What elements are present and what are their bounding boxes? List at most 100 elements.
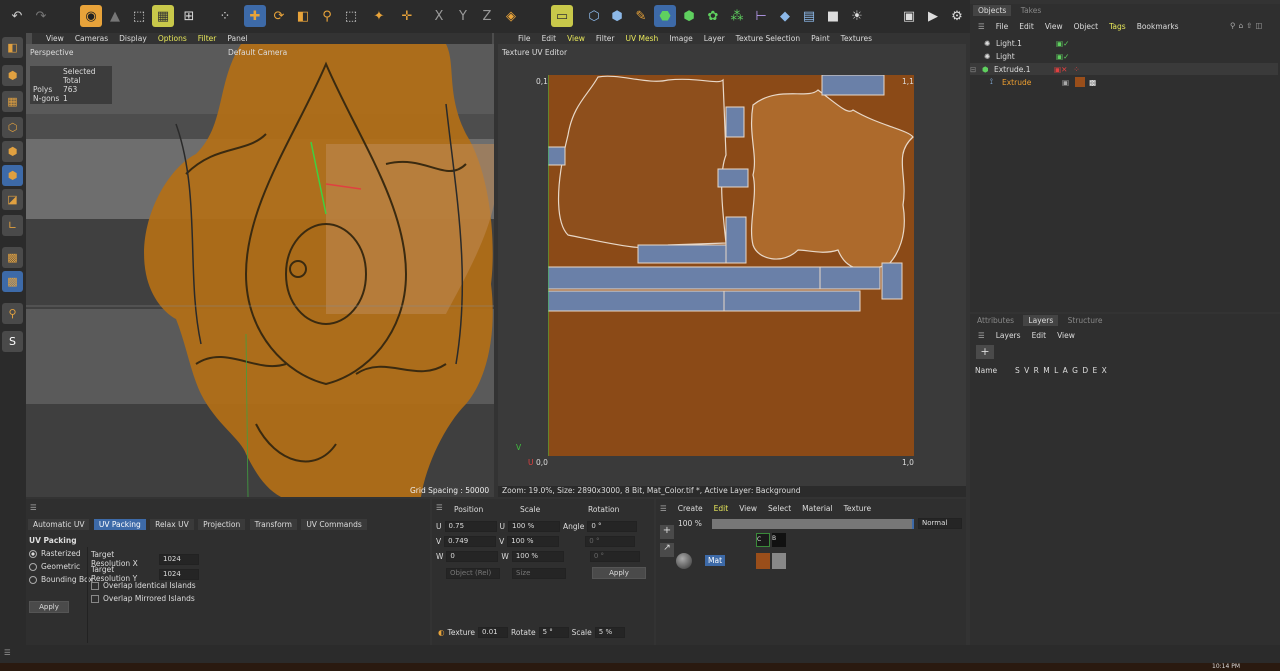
layers-menu-layers[interactable]: Layers: [996, 331, 1021, 340]
field-icon[interactable]: ◆: [774, 5, 796, 27]
visibility-check-icon[interactable]: ▣✓: [1056, 39, 1069, 48]
mat-menu-edit[interactable]: Edit: [714, 504, 729, 513]
scale-v-input[interactable]: 100 %: [507, 536, 560, 547]
tab-relax-uv[interactable]: Relax UV: [150, 519, 194, 530]
uv-menu-file[interactable]: File: [518, 34, 531, 43]
overlap-identical-checkbox[interactable]: [91, 581, 99, 590]
uv-menu-uvmesh[interactable]: UV Mesh: [625, 34, 658, 43]
redo-icon[interactable]: ↷: [30, 5, 52, 27]
tab-attributes[interactable]: Attributes: [972, 315, 1019, 326]
tab-objects[interactable]: Objects: [973, 5, 1012, 16]
menu-view[interactable]: View: [46, 34, 64, 43]
material-tag-icon[interactable]: [1075, 77, 1086, 87]
layers-menu-icon[interactable]: ☰: [978, 331, 985, 340]
color-texture-swatch[interactable]: [756, 553, 770, 569]
overlap-mirrored-checkbox[interactable]: [91, 594, 99, 603]
visibility-dot-icon[interactable]: ▣: [1062, 78, 1069, 87]
apply-button[interactable]: Apply: [29, 601, 69, 613]
snap-icon[interactable]: ▩: [2, 247, 23, 268]
array-icon[interactable]: ✿: [702, 5, 724, 27]
visibility-check-icon[interactable]: ▣✓: [1056, 52, 1069, 61]
fill-selection-icon[interactable]: ⁘: [214, 5, 236, 27]
pos-u-input[interactable]: 0.75: [444, 521, 497, 532]
world-coords-icon[interactable]: ◈: [500, 5, 522, 27]
uv-menu-edit[interactable]: Edit: [542, 34, 557, 43]
res-y-input[interactable]: 1024: [159, 568, 199, 580]
render-settings-icon[interactable]: ⚙: [946, 5, 968, 27]
size-mode-select[interactable]: Size: [512, 567, 566, 579]
mat-menu-texture[interactable]: Texture: [844, 504, 871, 513]
polygons-icon[interactable]: ⬢: [2, 165, 23, 186]
pointer-icon[interactable]: ▲: [104, 5, 126, 27]
tab-structure[interactable]: Structure: [1063, 315, 1108, 326]
render-view-icon[interactable]: ▣: [898, 5, 920, 27]
uv-menu-image[interactable]: Image: [669, 34, 693, 43]
texture-input[interactable]: 0.01: [478, 627, 509, 638]
scale-u-input[interactable]: 100 %: [508, 521, 560, 532]
coords-menu-icon[interactable]: ☰: [436, 503, 443, 512]
angle-input[interactable]: 0 °: [587, 521, 638, 532]
floor-icon[interactable]: ▤: [798, 5, 820, 27]
menu-cameras[interactable]: Cameras: [75, 34, 108, 43]
solo-icon[interactable]: ⚲: [2, 303, 23, 324]
object-name[interactable]: Extrude: [1002, 78, 1052, 87]
tab-transform[interactable]: Transform: [249, 519, 297, 530]
objects-search-icon[interactable]: ⚲⌂⇧◫: [1230, 21, 1266, 30]
disabled-x-icon[interactable]: ▣✕: [1054, 65, 1067, 74]
object-mode-icon[interactable]: ▭: [551, 5, 573, 27]
texture-icon[interactable]: ▦: [2, 91, 23, 112]
tab-projection[interactable]: Projection: [198, 519, 246, 530]
status-menu-icon[interactable]: ☰: [4, 648, 11, 657]
object-name[interactable]: Light: [996, 52, 1046, 61]
blend-mode-select[interactable]: Normal: [918, 518, 962, 529]
rectangle-selection-icon[interactable]: ⬚: [128, 5, 150, 27]
mat-menu-create[interactable]: Create: [678, 504, 703, 513]
loop-selection-icon[interactable]: ⊞: [178, 5, 200, 27]
uv-canvas[interactable]: [548, 75, 914, 456]
obj-menu-edit[interactable]: Edit: [1019, 22, 1034, 31]
coords-apply-button[interactable]: Apply: [592, 567, 646, 579]
mat-menu-view[interactable]: View: [739, 504, 757, 513]
scale-icon[interactable]: ◧: [292, 5, 314, 27]
tab-uv-commands[interactable]: UV Commands: [301, 519, 367, 530]
live-selection-icon[interactable]: ◉: [80, 5, 102, 27]
texture-tool-icon[interactable]: ◐: [438, 628, 445, 637]
y-axis-icon[interactable]: Y: [452, 5, 474, 27]
mat-menu-material[interactable]: Material: [802, 504, 832, 513]
obj-menu-file[interactable]: File: [996, 22, 1009, 31]
make-editable-icon[interactable]: ◧: [2, 37, 23, 58]
workplane-lock-icon[interactable]: ▩: [2, 271, 23, 292]
uv-menu-texture-selection[interactable]: Texture Selection: [736, 34, 800, 43]
tab-uv-packing[interactable]: UV Packing: [93, 519, 146, 530]
obj-menu-bookmarks[interactable]: Bookmarks: [1137, 22, 1179, 31]
bump-channel-icon[interactable]: B: [772, 533, 786, 547]
cube-icon[interactable]: ⬡: [583, 5, 605, 27]
deformer-icon[interactable]: ⊢: [750, 5, 772, 27]
lock-icon[interactable]: ⚲: [316, 5, 338, 27]
tab-automatic-uv[interactable]: Automatic UV: [28, 519, 90, 530]
add-layer-icon[interactable]: +: [976, 345, 994, 359]
menu-filter[interactable]: Filter: [198, 34, 217, 43]
tab-layers[interactable]: Layers: [1023, 315, 1059, 326]
pos-w-input[interactable]: 0: [446, 551, 499, 562]
pos-v-input[interactable]: 0.749: [444, 536, 497, 547]
uv-editor[interactable]: File Edit View Filter UV Mesh Image Laye…: [498, 33, 966, 497]
axis-icon[interactable]: ✛: [396, 5, 418, 27]
axis-mode-icon[interactable]: ∟: [2, 215, 23, 236]
collapse-icon[interactable]: ⊟: [970, 65, 978, 74]
layers-menu-view[interactable]: View: [1057, 331, 1075, 340]
cloner-icon[interactable]: ⁂: [726, 5, 748, 27]
arrow-tool-icon[interactable]: ↗: [660, 543, 674, 557]
objects-menu-icon[interactable]: ☰: [978, 22, 985, 31]
layers-menu-edit[interactable]: Edit: [1032, 331, 1047, 340]
uv-polygons-icon[interactable]: ◪: [2, 189, 23, 210]
menu-display[interactable]: Display: [119, 34, 147, 43]
extrude-icon[interactable]: ⬢: [678, 5, 700, 27]
undo-icon[interactable]: ↶: [6, 5, 28, 27]
uv-menu-layer[interactable]: Layer: [704, 34, 725, 43]
phong-tag-icon[interactable]: ⁘: [1073, 65, 1079, 74]
object-name[interactable]: Extrude.1: [994, 65, 1044, 74]
primitive-icon[interactable]: ⬢: [606, 5, 628, 27]
uv-menu-paint[interactable]: Paint: [811, 34, 830, 43]
menu-panel[interactable]: Panel: [227, 34, 247, 43]
